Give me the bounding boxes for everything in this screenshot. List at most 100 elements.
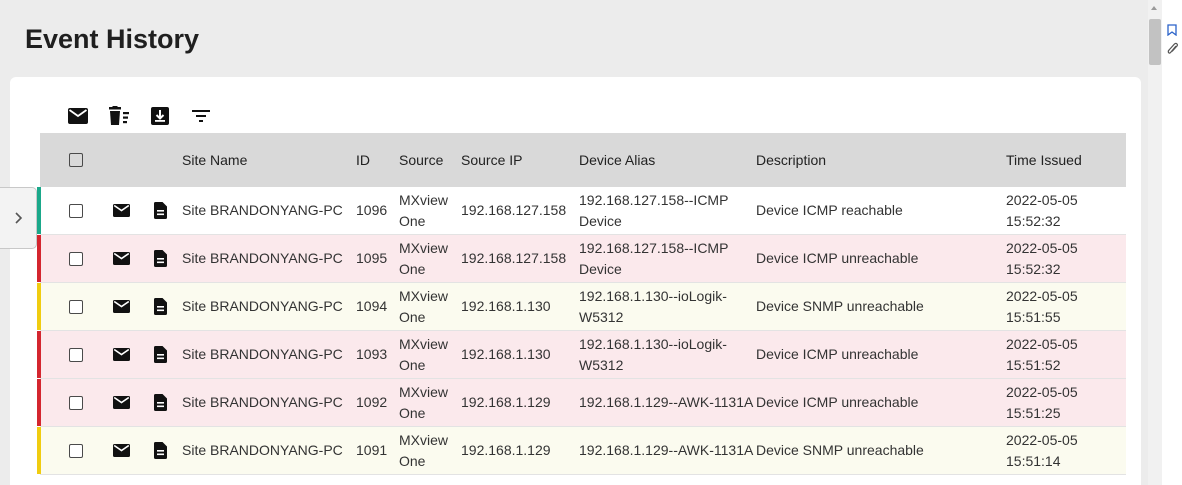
- attachment-icon[interactable]: [1167, 42, 1179, 56]
- table-row[interactable]: Site BRANDONYANG-PC 1091 MXview One 192.168.…: [37, 427, 1126, 475]
- source-ip-cell: 192.168.127.158: [461, 202, 567, 218]
- time-issued-cell: 15:51:55: [1006, 308, 1061, 325]
- table-row[interactable]: Site BRANDONYANG-PC 1095 MXview One 192.168.…: [37, 235, 1126, 283]
- time-issued-cell: 2022-05-05: [1006, 431, 1078, 448]
- site-name-cell: Site BRANDONYANG-PC: [182, 298, 343, 314]
- header-device-alias[interactable]: Device Alias: [578, 150, 755, 171]
- document-icon[interactable]: [139, 202, 181, 219]
- time-issued-cell: 2022-05-05: [1006, 335, 1078, 352]
- time-issued-cell: 2022-05-05: [1006, 383, 1078, 400]
- header-source[interactable]: Source: [398, 150, 460, 171]
- header-time-issued[interactable]: Time Issued: [1005, 150, 1125, 171]
- row-checkbox[interactable]: [68, 347, 83, 362]
- document-icon[interactable]: [139, 442, 181, 459]
- event-table: Site Name ID Source Source IP Device Ali…: [37, 133, 1126, 475]
- table-row[interactable]: Site BRANDONYANG-PC 1093 MXview One 192.168.…: [37, 331, 1126, 379]
- mail-icon[interactable]: [103, 204, 139, 217]
- description-cell: Device SNMP unreachable: [756, 298, 924, 314]
- device-alias-cell: 192.168.1.129--AWK-1131A: [579, 442, 754, 458]
- row-checkbox[interactable]: [68, 395, 83, 410]
- header-description[interactable]: Description: [755, 150, 1005, 171]
- site-name-cell: Site BRANDONYANG-PC: [182, 442, 343, 458]
- source-cell: One: [399, 356, 426, 373]
- mail-icon[interactable]: [103, 348, 139, 361]
- device-alias-cell: Device: [579, 212, 622, 229]
- source-ip-cell: 192.168.1.130: [461, 298, 551, 314]
- document-icon[interactable]: [139, 250, 181, 267]
- table-row[interactable]: Site BRANDONYANG-PC 1096 MXview One 192.168.…: [37, 187, 1126, 235]
- description-cell: Device SNMP unreachable: [756, 442, 924, 458]
- select-all-checkbox[interactable]: [68, 153, 83, 167]
- source-cell: One: [399, 212, 426, 229]
- source-cell: MXview: [399, 191, 449, 208]
- source-cell: MXview: [399, 431, 449, 448]
- document-icon[interactable]: [139, 394, 181, 411]
- document-icon[interactable]: [139, 298, 181, 315]
- id-cell: 1093: [356, 346, 388, 362]
- mail-icon[interactable]: [103, 444, 139, 457]
- severity-indicator: [37, 427, 41, 474]
- toolbar: [66, 104, 230, 128]
- id-cell: 1092: [356, 394, 388, 410]
- table-header: Site Name ID Source Source IP Device Ali…: [40, 133, 1126, 187]
- source-cell: MXview: [399, 335, 449, 352]
- page-title: Event History: [25, 24, 200, 54]
- document-icon[interactable]: [139, 346, 181, 363]
- description-cell: Device ICMP unreachable: [756, 394, 919, 410]
- source-cell: One: [399, 308, 426, 325]
- header-source-ip[interactable]: Source IP: [460, 150, 578, 171]
- vertical-scrollbar[interactable]: [1148, 0, 1162, 485]
- description-cell: Device ICMP unreachable: [756, 346, 919, 362]
- scroll-thumb[interactable]: [1149, 19, 1161, 65]
- time-issued-cell: 15:51:14: [1006, 452, 1061, 469]
- row-checkbox[interactable]: [68, 251, 83, 266]
- row-checkbox[interactable]: [68, 443, 83, 458]
- device-alias-cell: 192.168.1.130--ioLogik-: [579, 335, 727, 352]
- severity-indicator: [37, 187, 41, 234]
- site-name-cell: Site BRANDONYANG-PC: [182, 202, 343, 218]
- time-issued-cell: 2022-05-05: [1006, 287, 1078, 304]
- source-cell: MXview: [399, 239, 449, 256]
- severity-indicator: [37, 235, 41, 282]
- right-side-strip: [1162, 0, 1182, 485]
- table-row[interactable]: Site BRANDONYANG-PC 1094 MXview One 192.168.…: [37, 283, 1126, 331]
- description-cell: Device ICMP reachable: [756, 202, 903, 218]
- clear-list-icon[interactable]: [107, 104, 131, 128]
- severity-indicator: [37, 379, 41, 426]
- time-issued-cell: 15:52:32: [1006, 212, 1061, 229]
- header-id[interactable]: ID: [355, 150, 398, 171]
- time-issued-cell: 2022-05-05: [1006, 191, 1078, 208]
- device-alias-cell: W5312: [579, 308, 624, 325]
- table-row[interactable]: Site BRANDONYANG-PC 1092 MXview One 192.168.…: [37, 379, 1126, 427]
- id-cell: 1096: [356, 202, 388, 218]
- device-alias-cell: Device: [579, 260, 622, 277]
- mail-icon[interactable]: [103, 396, 139, 409]
- time-issued-cell: 15:51:25: [1006, 404, 1061, 421]
- source-ip-cell: 192.168.1.130: [461, 346, 551, 362]
- source-cell: One: [399, 260, 426, 277]
- filter-icon[interactable]: [189, 104, 213, 128]
- source-ip-cell: 192.168.1.129: [461, 442, 551, 458]
- id-cell: 1091: [356, 442, 388, 458]
- sidebar-expand-button[interactable]: [0, 187, 37, 249]
- download-icon[interactable]: [148, 104, 172, 128]
- time-issued-cell: 15:51:52: [1006, 356, 1061, 373]
- bookmark-icon[interactable]: [1167, 24, 1177, 36]
- row-checkbox[interactable]: [68, 299, 83, 314]
- description-cell: Device ICMP unreachable: [756, 250, 919, 266]
- source-cell: MXview: [399, 287, 449, 304]
- header-site-name[interactable]: Site Name: [181, 150, 355, 171]
- id-cell: 1094: [356, 298, 388, 314]
- site-name-cell: Site BRANDONYANG-PC: [182, 346, 343, 362]
- device-alias-cell: 192.168.1.130--ioLogik-: [579, 287, 727, 304]
- row-checkbox[interactable]: [68, 203, 83, 218]
- source-cell: One: [399, 404, 426, 421]
- mail-icon[interactable]: [66, 104, 90, 128]
- scroll-up-arrow[interactable]: [1151, 6, 1157, 10]
- mail-icon[interactable]: [103, 300, 139, 313]
- device-alias-cell: 192.168.127.158--ICMP: [579, 239, 729, 256]
- id-cell: 1095: [356, 250, 388, 266]
- site-name-cell: Site BRANDONYANG-PC: [182, 250, 343, 266]
- source-cell: One: [399, 452, 426, 469]
- mail-icon[interactable]: [103, 252, 139, 265]
